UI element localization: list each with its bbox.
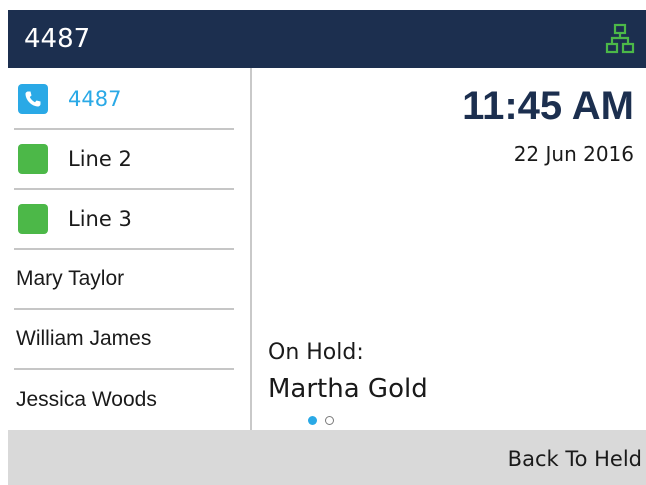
contact-label: William James bbox=[16, 327, 152, 350]
page-indicator bbox=[308, 416, 334, 425]
line-label: Line 3 bbox=[68, 207, 132, 231]
clock-date: 22 Jun 2016 bbox=[513, 142, 634, 166]
header-title: 4487 bbox=[24, 24, 91, 54]
clock-time: 11:45 AM bbox=[462, 84, 634, 128]
panel-divider bbox=[250, 68, 252, 430]
line-label: 4487 bbox=[68, 87, 122, 111]
page-dot-inactive bbox=[325, 416, 334, 425]
held-caller-name: Martha Gold bbox=[268, 374, 428, 404]
network-icon bbox=[605, 23, 635, 54]
phone-icon bbox=[18, 84, 48, 114]
hold-status-label: On Hold: bbox=[268, 340, 364, 365]
contact-label: Jessica Woods bbox=[16, 388, 157, 411]
line-status-icon bbox=[18, 144, 48, 174]
line-key-4487[interactable]: 4487 bbox=[14, 70, 234, 130]
page-dot-active bbox=[308, 416, 317, 425]
header-bar: 4487 bbox=[8, 10, 646, 68]
line-key-line-3[interactable]: Line 3 bbox=[14, 190, 234, 250]
line-label: Line 2 bbox=[68, 147, 132, 171]
back-to-held-softkey[interactable]: Back To Held bbox=[508, 447, 642, 471]
speed-dial-mary-taylor[interactable]: Mary Taylor bbox=[14, 250, 234, 310]
line-key-line-2[interactable]: Line 2 bbox=[14, 130, 234, 190]
line-status-icon bbox=[18, 204, 48, 234]
contact-label: Mary Taylor bbox=[16, 267, 125, 290]
phone-screen: 4487 4487 Line 2 Line 3 Mary Taylor Will… bbox=[0, 0, 646, 485]
speed-dial-jessica-woods[interactable]: Jessica Woods bbox=[14, 370, 234, 430]
speed-dial-william-james[interactable]: William James bbox=[14, 310, 234, 370]
softkey-bar: Back To Held bbox=[8, 430, 646, 485]
